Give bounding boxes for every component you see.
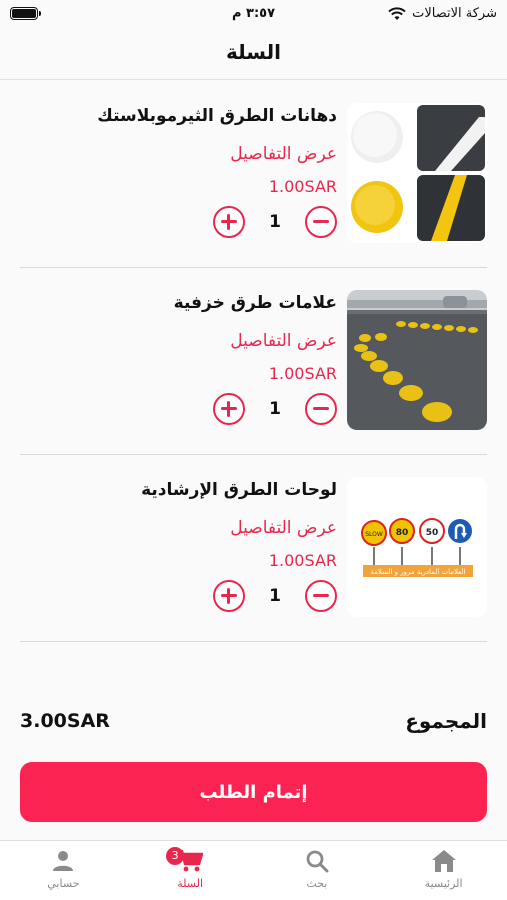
checkout-button[interactable]: إتمام الطلب bbox=[20, 762, 487, 822]
cart-item: دهانات الطرق الثيرموبلاستك عرض التفاصيل … bbox=[20, 81, 487, 268]
cart-badge: 3 bbox=[166, 847, 185, 865]
item-name: علامات طرق خزفية bbox=[173, 293, 337, 313]
carrier-name: شركة الاتصالات bbox=[412, 6, 497, 21]
increase-quantity-button[interactable] bbox=[213, 393, 245, 425]
decrease-quantity-button[interactable] bbox=[305, 580, 337, 612]
item-quantity: 1 bbox=[269, 399, 281, 419]
tab-search[interactable]: بحث bbox=[254, 841, 381, 900]
status-carrier-group: شركة الاتصالات bbox=[388, 6, 497, 21]
item-name: لوحات الطرق الإرشادية bbox=[141, 480, 337, 500]
cart-list: دهانات الطرق الثيرموبلاستك عرض التفاصيل … bbox=[0, 81, 507, 642]
tab-label: الرئيسية bbox=[424, 877, 463, 890]
item-info: علامات طرق خزفية عرض التفاصيل 1.00SAR bbox=[37, 290, 337, 386]
sign-80-text: 80 bbox=[396, 528, 409, 538]
home-icon bbox=[431, 849, 457, 873]
cart-item: علامات طرق خزفية عرض التفاصيل 1.00SAR 1 bbox=[20, 268, 487, 455]
tab-label: حسابي bbox=[47, 877, 80, 890]
signs-caption: العلامات المادرية مرور و السلامة bbox=[370, 568, 465, 576]
quantity-stepper: 1 bbox=[213, 579, 337, 613]
item-price: 1.00SAR bbox=[268, 177, 337, 196]
tab-cart[interactable]: 3 السلة bbox=[127, 841, 254, 900]
header: السلة bbox=[0, 30, 507, 80]
item-quantity: 1 bbox=[269, 586, 281, 606]
item-info: دهانات الطرق الثيرموبلاستك عرض التفاصيل … bbox=[37, 103, 337, 199]
item-name: دهانات الطرق الثيرموبلاستك bbox=[97, 106, 337, 126]
sign-50-text: 50 bbox=[426, 528, 439, 538]
cart-item: SLOW 80 50 العلامات المادرية مرور و السل… bbox=[20, 455, 487, 642]
view-details-link[interactable]: عرض التفاصيل bbox=[37, 141, 337, 167]
product-image-road-signs[interactable]: SLOW 80 50 العلامات المادرية مرور و السل… bbox=[347, 477, 487, 617]
product-image-thermoplastic[interactable] bbox=[347, 103, 487, 243]
status-bar: ٣:٥٧ م شركة الاتصالات bbox=[0, 0, 507, 30]
decrease-quantity-button[interactable] bbox=[305, 206, 337, 238]
person-icon bbox=[51, 849, 75, 873]
product-image-ceramic-markers[interactable] bbox=[347, 290, 487, 430]
quantity-stepper: 1 bbox=[213, 205, 337, 239]
tab-label: بحث bbox=[306, 877, 328, 890]
total-value: 3.00SAR bbox=[20, 710, 110, 732]
page-title: السلة bbox=[225, 40, 281, 64]
tab-bar: حسابي 3 السلة بحث الرئيسية bbox=[0, 840, 507, 900]
increase-quantity-button[interactable] bbox=[213, 580, 245, 612]
total-label: المجموع bbox=[405, 709, 487, 733]
wifi-icon bbox=[388, 6, 406, 21]
item-quantity: 1 bbox=[269, 212, 281, 232]
search-icon bbox=[305, 849, 329, 873]
sign-slow-text: SLOW bbox=[365, 531, 383, 538]
view-details-link[interactable]: عرض التفاصيل bbox=[37, 515, 337, 541]
view-details-link[interactable]: عرض التفاصيل bbox=[37, 328, 337, 354]
tab-account[interactable]: حسابي bbox=[0, 841, 127, 900]
cart-screen: ٣:٥٧ م شركة الاتصالات السلة دهانات الطرق… bbox=[0, 0, 507, 900]
item-info: لوحات الطرق الإرشادية عرض التفاصيل 1.00S… bbox=[37, 477, 337, 573]
increase-quantity-button[interactable] bbox=[213, 206, 245, 238]
decrease-quantity-button[interactable] bbox=[305, 393, 337, 425]
quantity-stepper: 1 bbox=[213, 392, 337, 426]
item-price: 1.00SAR bbox=[268, 551, 337, 570]
tab-label: السلة bbox=[177, 877, 203, 890]
item-price: 1.00SAR bbox=[268, 364, 337, 383]
tab-home[interactable]: الرئيسية bbox=[380, 841, 507, 900]
total-row: 3.00SAR المجموع bbox=[20, 705, 487, 737]
